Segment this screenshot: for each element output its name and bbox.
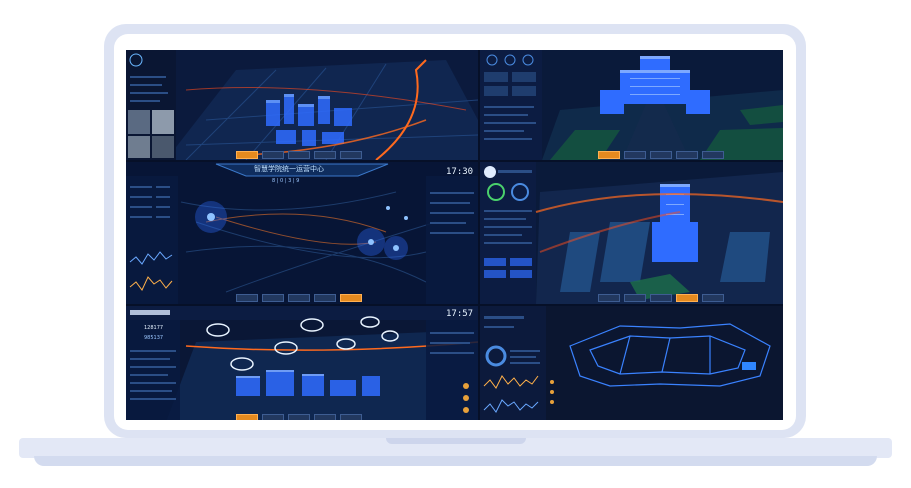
panel5-tab-active[interactable] — [236, 414, 258, 420]
panel4-tab[interactable] — [650, 294, 672, 302]
tower-view-scene — [480, 162, 783, 304]
main-building-scene — [480, 50, 783, 160]
bottom-left-counter: 128177 — [144, 325, 164, 331]
panel-campus-cameras[interactable]: 17:57 128177 985137 — [126, 306, 478, 420]
panel3-tab[interactable] — [262, 294, 284, 302]
panel1-tab[interactable] — [314, 151, 336, 159]
panel3-tab[interactable] — [314, 294, 336, 302]
panel4-tab-active[interactable] — [676, 294, 698, 302]
panel3-tab[interactable] — [288, 294, 310, 302]
panel5-toolbar — [236, 414, 362, 420]
panel1-toolbar — [236, 151, 362, 159]
center-clock: 17:30 — [446, 167, 474, 177]
laptop-base-shadow — [34, 456, 877, 466]
bottom-left-clock: 17:57 — [446, 309, 474, 319]
panel4-tab[interactable] — [598, 294, 620, 302]
panel-tower-view[interactable] — [480, 162, 783, 304]
panel5-tab[interactable] — [314, 414, 336, 420]
panel3-toolbar — [236, 294, 362, 302]
panel1-tab[interactable] — [340, 151, 362, 159]
panel2-tab-active[interactable] — [598, 151, 620, 159]
panel-floor-wireframe[interactable] — [480, 306, 783, 420]
panel-network-map[interactable]: 智慧学院统一运营中心 17:30 8 | 0 | 3 | 9 — [126, 162, 478, 304]
panel2-tab[interactable] — [650, 151, 672, 159]
panel3-tab-active[interactable] — [340, 294, 362, 302]
panel4-toolbar — [598, 294, 724, 302]
bottom-left-stat: 985137 — [144, 335, 164, 341]
panel2-tab[interactable] — [624, 151, 646, 159]
panel3-tab[interactable] — [236, 294, 258, 302]
panel4-tab[interactable] — [624, 294, 646, 302]
panel-city-routes[interactable] — [126, 50, 478, 160]
panel5-tab[interactable] — [262, 414, 284, 420]
panel2-toolbar — [598, 151, 724, 159]
panel1-tab-active[interactable] — [236, 151, 258, 159]
network-map-scene — [126, 162, 478, 304]
panel1-tab[interactable] — [262, 151, 284, 159]
panel-main-building[interactable] — [480, 50, 783, 160]
center-title: 智慧学院统一运营中心 — [254, 165, 324, 173]
panel5-tab[interactable] — [288, 414, 310, 420]
panel2-tab[interactable] — [676, 151, 698, 159]
panel2-tab[interactable] — [702, 151, 724, 159]
floor-wireframe-scene — [480, 306, 783, 420]
panel4-tab[interactable] — [702, 294, 724, 302]
city-routes-scene — [126, 50, 478, 160]
campus-cameras-scene — [126, 306, 478, 420]
dashboard-screen: 智慧学院统一运营中心 17:30 8 | 0 | 3 | 9 17:57 128… — [126, 50, 783, 420]
panel1-tab[interactable] — [288, 151, 310, 159]
panel5-tab[interactable] — [340, 414, 362, 420]
laptop-notch — [386, 438, 526, 444]
center-counter: 8 | 0 | 3 | 9 — [272, 178, 300, 184]
